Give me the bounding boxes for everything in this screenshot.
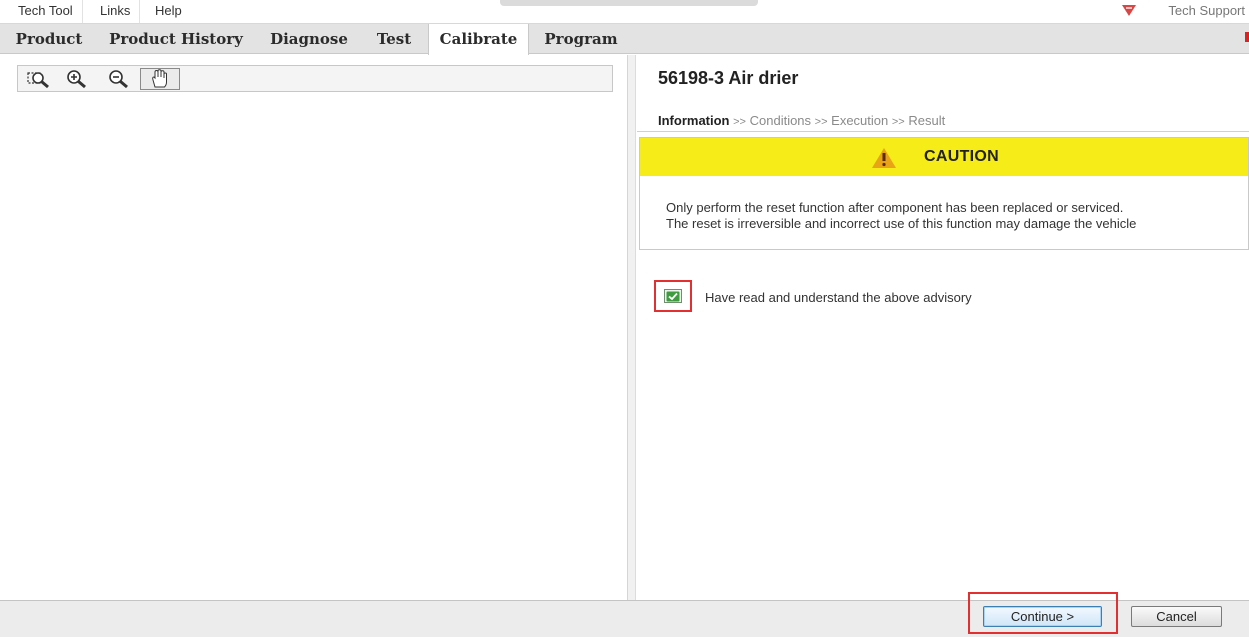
bottom-action-bar: Continue > Cancel bbox=[0, 592, 1249, 637]
watermark bbox=[500, 0, 758, 6]
tab-product-history[interactable]: Product History bbox=[98, 24, 254, 54]
menu-links[interactable]: Links bbox=[91, 0, 141, 23]
tab-product[interactable]: Product bbox=[6, 24, 92, 54]
step-execution: Execution bbox=[831, 113, 889, 128]
step-information: Information bbox=[658, 113, 730, 128]
caution-line-2: The reset is irreversible and incorrect … bbox=[666, 216, 1137, 231]
tech-support-link[interactable]: Tech Support bbox=[1168, 0, 1245, 23]
tab-program[interactable]: Program bbox=[536, 24, 626, 54]
step-separator: >> bbox=[733, 116, 746, 128]
step-separator: >> bbox=[891, 116, 905, 128]
warning-icon bbox=[872, 148, 896, 168]
main-tab-bar: Product Product History Diagnose Test Ca… bbox=[0, 24, 1249, 55]
caution-title: CAUTION bbox=[924, 148, 999, 165]
pane-splitter[interactable] bbox=[628, 55, 636, 600]
caution-line-1: Only perform the reset function after co… bbox=[666, 200, 1124, 215]
caution-box: CAUTION Only perform the reset function … bbox=[639, 137, 1249, 250]
calibration-panel: 56198-3 Air drier Information >> Conditi… bbox=[637, 55, 1249, 600]
cancel-button[interactable]: Cancel bbox=[1131, 606, 1222, 627]
zoom-area-icon[interactable] bbox=[22, 68, 56, 90]
caution-banner: CAUTION bbox=[640, 138, 1248, 176]
view-toolbar bbox=[17, 65, 613, 92]
tab-test[interactable]: Test bbox=[366, 24, 422, 54]
steps-divider bbox=[637, 131, 1249, 132]
page-title: 56198-3 Air drier bbox=[658, 68, 799, 88]
acknowledge-checkbox[interactable] bbox=[664, 289, 682, 303]
tab-diagnose[interactable]: Diagnose bbox=[262, 24, 356, 54]
menu-tech-tool[interactable]: Tech Tool bbox=[10, 0, 83, 23]
graphic-view-pane bbox=[0, 55, 628, 600]
step-breadcrumb: Information >> Conditions >> Execution >… bbox=[658, 113, 945, 128]
menu-help[interactable]: Help bbox=[146, 0, 191, 23]
pan-hand-icon[interactable] bbox=[140, 68, 180, 90]
tab-calibrate[interactable]: Calibrate bbox=[428, 24, 529, 55]
caution-message: Only perform the reset function after co… bbox=[666, 200, 1246, 232]
zoom-in-icon[interactable] bbox=[60, 68, 94, 90]
acknowledge-label[interactable]: Have read and understand the above advis… bbox=[705, 290, 972, 305]
step-separator: >> bbox=[814, 116, 828, 128]
close-icon[interactable] bbox=[1245, 32, 1249, 42]
tech-support-icon[interactable] bbox=[1121, 3, 1137, 17]
continue-button[interactable]: Continue > bbox=[983, 606, 1102, 627]
menu-bar: Tech Tool Links Help Tech Support bbox=[0, 0, 1249, 24]
step-result: Result bbox=[908, 113, 946, 128]
checkmark-icon bbox=[666, 291, 680, 301]
zoom-out-icon[interactable] bbox=[102, 68, 136, 90]
step-conditions: Conditions bbox=[749, 113, 812, 128]
